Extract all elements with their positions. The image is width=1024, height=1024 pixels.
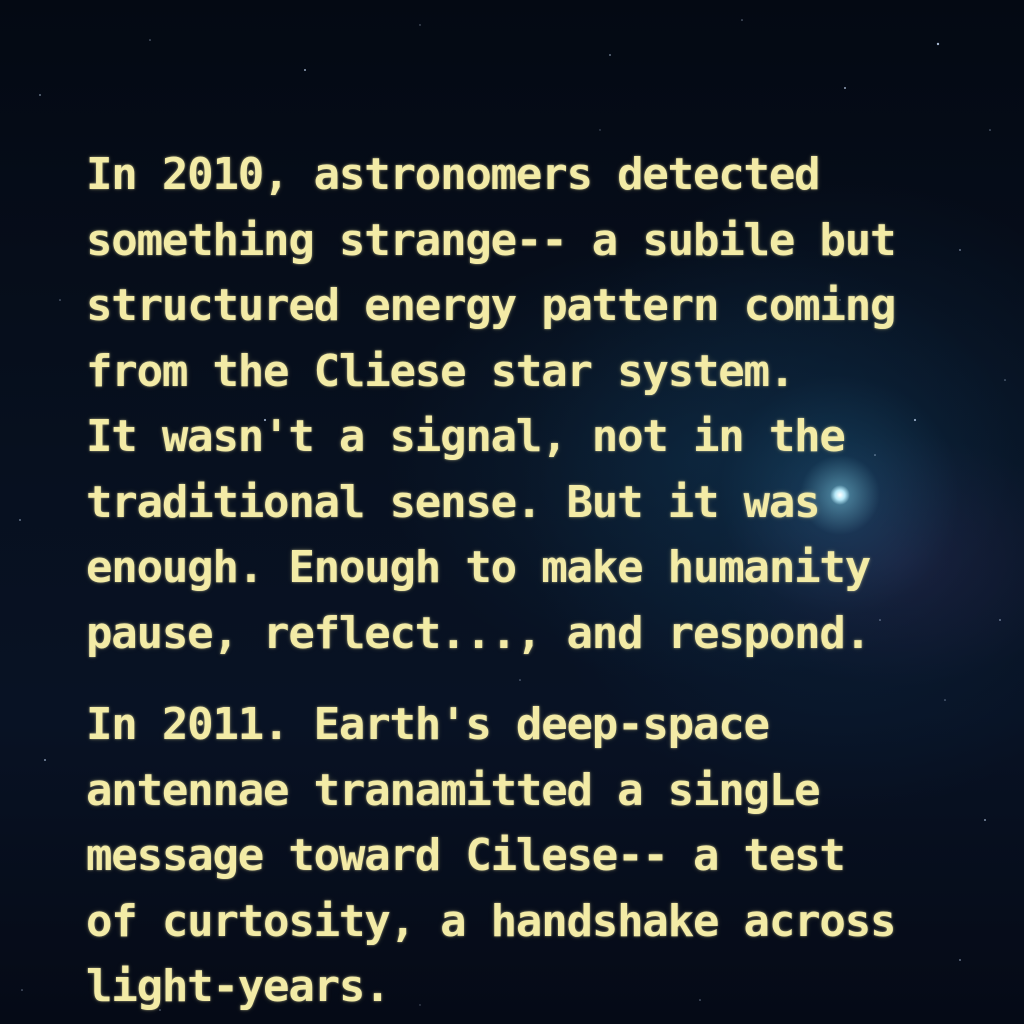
text-line: message toward Cilese-- a test bbox=[86, 830, 846, 881]
text-line: from the Cliese star system. bbox=[86, 345, 795, 397]
text-line: something strange-- a subile but bbox=[86, 214, 896, 266]
text-line: antennae tranamitted a singLe bbox=[86, 764, 821, 816]
text-line: traditional sense. But it was bbox=[86, 476, 821, 528]
text-line: In 2010, astronomers detected bbox=[86, 149, 821, 200]
text-line: light-years. bbox=[86, 961, 391, 1012]
story-text: In 2010, astronomers detected something … bbox=[86, 142, 966, 1020]
text-line: pause, reflect..., and respond. bbox=[86, 607, 871, 659]
text-line: of curtosity, a handshake across bbox=[86, 895, 896, 947]
text-line: It wasn't a signal, not in the bbox=[86, 411, 846, 462]
paragraph-1: In 2010, astronomers detected something … bbox=[86, 142, 966, 666]
text-line: enough. Enough to make humanity bbox=[86, 542, 871, 593]
text-line: structured energy pattern coming bbox=[86, 280, 896, 331]
text-line: In 2011. Earth's deep-space bbox=[86, 699, 770, 750]
space-background: In 2010, astronomers detected something … bbox=[0, 0, 1024, 1024]
paragraph-2: In 2011. Earth's deep-space antennae tra… bbox=[86, 692, 966, 1020]
